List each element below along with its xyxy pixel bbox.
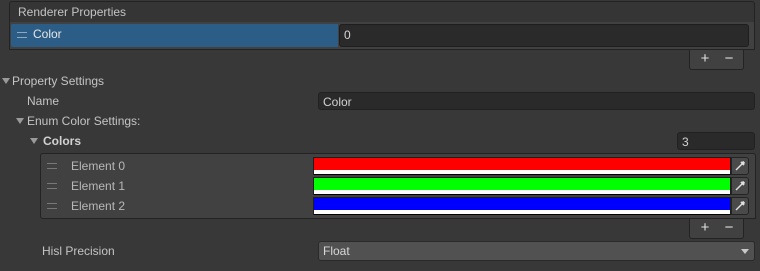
renderer-property-item-color[interactable]: Color (11, 24, 338, 47)
eyedropper-button[interactable] (731, 197, 749, 215)
swatch-baseline (314, 194, 730, 195)
color-swatch (314, 158, 730, 170)
renderer-properties-header: Renderer Properties (9, 1, 755, 22)
drag-handle-icon[interactable] (47, 183, 57, 189)
color-field-element-0[interactable] (313, 157, 731, 175)
element-label: Element 2 (71, 199, 126, 213)
remove-renderer-property-button[interactable]: − (719, 51, 739, 69)
drag-handle-icon[interactable] (17, 32, 27, 38)
colors-list-footer: + − (689, 219, 744, 239)
renderer-property-value-field[interactable]: 0 (339, 24, 749, 47)
colors-count-value: 3 (682, 135, 689, 149)
colors-foldout[interactable]: Colors (43, 134, 81, 148)
element-label: Element 1 (71, 179, 126, 193)
element-label: Element 0 (71, 159, 126, 173)
renderer-property-label: Color (33, 27, 62, 41)
add-renderer-property-button[interactable]: + (695, 51, 715, 69)
enum-color-settings-foldout[interactable]: Enum Color Settings: (27, 114, 140, 128)
renderer-property-value: 0 (344, 28, 351, 42)
triangle-down-icon[interactable] (16, 118, 24, 124)
eyedropper-icon (735, 160, 746, 171)
eyedropper-button[interactable] (731, 157, 749, 175)
colors-count-field[interactable]: 3 (677, 132, 755, 150)
renderer-properties-title: Renderer Properties (18, 5, 127, 19)
name-label: Name (27, 94, 60, 108)
eyedropper-icon (735, 200, 746, 211)
name-value: Color (323, 95, 352, 109)
remove-color-button[interactable]: − (719, 220, 739, 238)
drag-handle-icon[interactable] (47, 163, 57, 169)
property-settings-foldout[interactable]: Property Settings (12, 74, 104, 88)
name-field[interactable]: Color (318, 92, 755, 110)
hsl-precision-value: Float (323, 244, 350, 258)
color-swatch (314, 198, 730, 210)
swatch-baseline (314, 174, 730, 175)
hsl-precision-dropdown[interactable]: Float (318, 241, 755, 261)
color-field-element-2[interactable] (313, 197, 731, 215)
hsl-precision-label: Hisl Precision (42, 244, 115, 258)
drag-handle-icon[interactable] (47, 203, 57, 209)
color-swatch (314, 178, 730, 190)
renderer-properties-footer: + − (689, 50, 744, 70)
triangle-down-icon[interactable] (2, 78, 10, 84)
eyedropper-icon (735, 180, 746, 191)
add-color-button[interactable]: + (695, 220, 715, 238)
eyedropper-button[interactable] (731, 177, 749, 195)
swatch-baseline (314, 214, 730, 215)
chevron-down-icon (741, 249, 749, 254)
color-field-element-1[interactable] (313, 177, 731, 195)
triangle-down-icon[interactable] (30, 138, 38, 144)
